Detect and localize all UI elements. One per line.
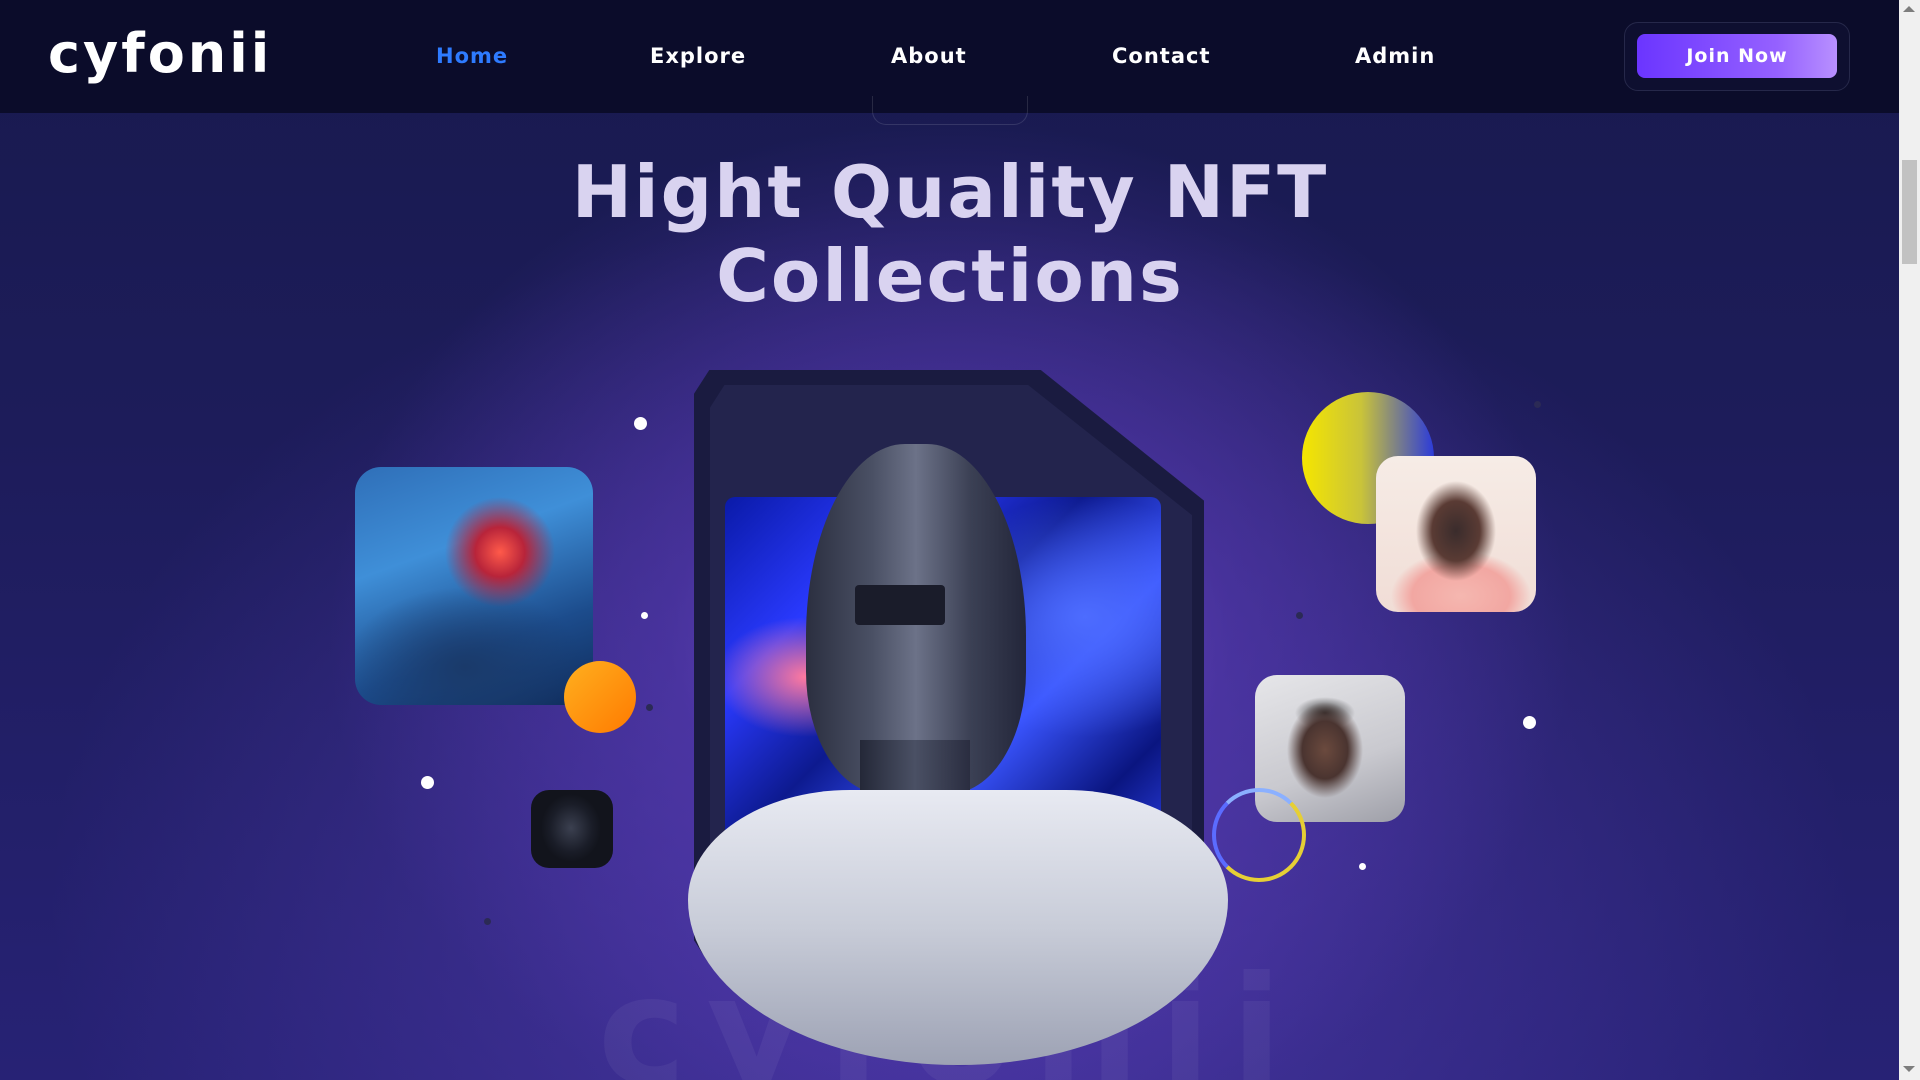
- nft-card-left[interactable]: [355, 467, 593, 705]
- nav-link-about[interactable]: About: [891, 44, 967, 68]
- nav-link-home[interactable]: Home: [436, 44, 508, 68]
- decor-dot: [421, 776, 434, 789]
- brand-logo[interactable]: cyfonii: [48, 22, 272, 86]
- nav-link-contact[interactable]: Contact: [1112, 44, 1211, 68]
- hero-title-line-1: Hight Quality NFT: [571, 150, 1329, 234]
- nav-link-admin[interactable]: Admin: [1355, 44, 1435, 68]
- join-now-button[interactable]: Join Now: [1637, 34, 1837, 78]
- decor-dot: [646, 704, 653, 711]
- hero-title-line-2: Collections: [716, 234, 1184, 318]
- decor-dot: [634, 417, 647, 430]
- join-button-wrapper: Join Now: [1624, 22, 1850, 91]
- decor-dot: [1523, 716, 1536, 729]
- decor-ring: [1212, 788, 1306, 882]
- nft-card-small[interactable]: [531, 790, 613, 868]
- chevron-up-icon[interactable]: [1903, 6, 1915, 12]
- page: cyfonii Home Explore About Contact Admin…: [0, 0, 1920, 1080]
- decor-dot: [484, 918, 491, 925]
- decor-dot: [1296, 612, 1303, 619]
- chevron-down-icon[interactable]: [1903, 1066, 1915, 1072]
- hero-title: Hight Quality NFT Collections: [460, 150, 1440, 318]
- nav-link-explore[interactable]: Explore: [650, 44, 746, 68]
- decor-dot: [1359, 863, 1366, 870]
- decor-dot: [641, 612, 648, 619]
- nft-card-right-top[interactable]: [1376, 456, 1536, 612]
- scrollbar-thumb[interactable]: [1902, 160, 1917, 264]
- robot-visor: [855, 585, 945, 625]
- decor-dot: [1534, 401, 1541, 408]
- hero-tag-pill: [872, 96, 1028, 125]
- decor-orb-orange: [564, 661, 636, 733]
